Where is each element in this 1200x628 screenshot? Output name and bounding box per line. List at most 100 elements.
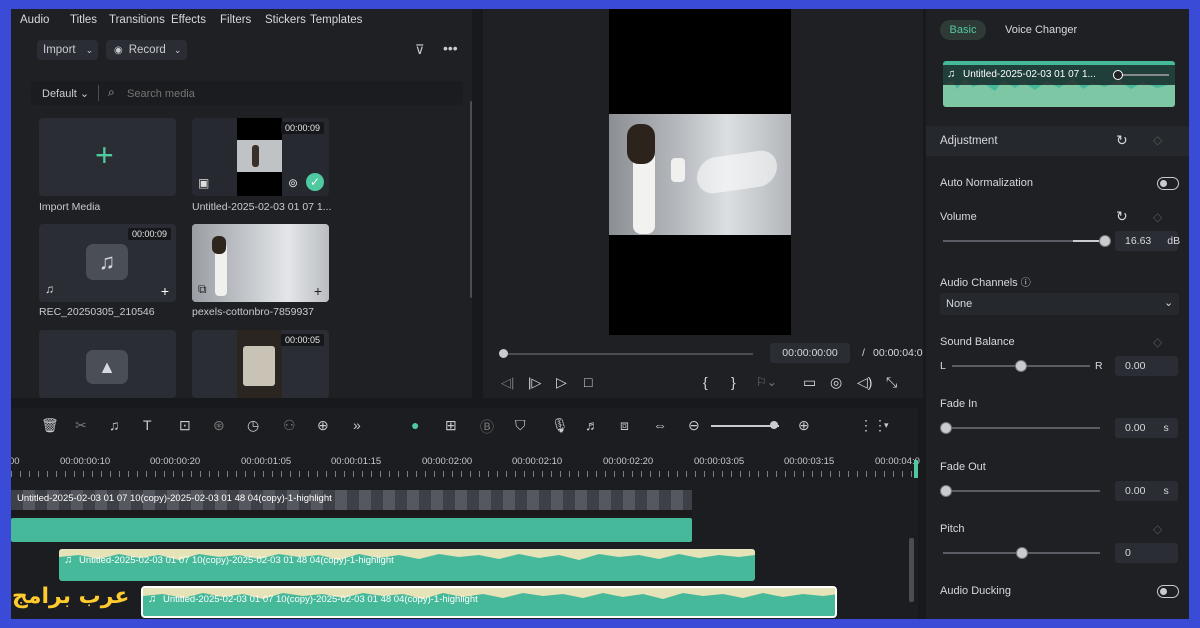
fade-in-knob[interactable]	[940, 422, 952, 434]
media-tile-image[interactable]: ⧉ +	[192, 224, 329, 302]
sound-balance-label: Sound Balance	[940, 336, 1015, 348]
balance-knob[interactable]	[1015, 360, 1027, 372]
fade-out-knob[interactable]	[940, 485, 952, 497]
play-icon[interactable]: ▷	[556, 374, 567, 391]
ai-icon[interactable]: ⊕	[317, 417, 329, 434]
shield-icon[interactable]: ⛉	[515, 417, 526, 434]
tab-filters[interactable]: Filters	[220, 14, 251, 26]
media-tile-video[interactable]: 00:00:09 ▣ ⊚ ✓	[192, 118, 329, 196]
fade-in-slider[interactable]	[943, 427, 1100, 429]
music-list-icon[interactable]: ♬	[585, 417, 599, 433]
fade-out-slider[interactable]	[943, 490, 1100, 492]
import-button[interactable]: Import ⌄	[37, 40, 98, 60]
video-clip-audio[interactable]	[11, 518, 692, 542]
zoom-knob[interactable]	[770, 421, 778, 429]
display-icon[interactable]: ▭	[803, 374, 816, 391]
snap-icon[interactable]: ●	[411, 417, 419, 433]
add-icon[interactable]: +	[158, 284, 172, 298]
play-reverse-icon[interactable]: |▷	[528, 375, 541, 391]
audio-clip-2[interactable]: ♫ Untitled-2025-02-03 01 07 10(copy)-202…	[141, 586, 837, 618]
auto-reframe-icon[interactable]: ⧈	[620, 417, 629, 434]
pitch-input[interactable]: 0	[1115, 543, 1178, 563]
time-separator: /	[862, 347, 865, 359]
import-media-tile[interactable]: +	[39, 118, 176, 196]
tab-transitions[interactable]: Transitions	[109, 14, 165, 26]
properties-panel: Basic Voice Changer ♫ Untitled-2025-02-0…	[926, 9, 1189, 619]
record-button[interactable]: ◉ Record ⌄	[106, 40, 187, 60]
tab-titles[interactable]: Titles	[70, 14, 97, 26]
fit-icon[interactable]: ⇔	[653, 417, 667, 433]
reset-icon[interactable]: ↻	[1116, 132, 1128, 149]
volume-input[interactable]: 16.63 dB	[1115, 231, 1180, 251]
chevron-down-icon[interactable]: ▾	[884, 420, 889, 431]
media-tile-video-2[interactable]: 00:00:05	[192, 330, 329, 398]
media-scrollbar[interactable]	[470, 101, 472, 298]
prev-frame-icon[interactable]: ◁|	[501, 375, 514, 391]
crop-icon[interactable]: ⊡	[179, 417, 191, 434]
fade-out-input[interactable]: 0.00 s	[1115, 481, 1178, 501]
add-icon[interactable]: +	[311, 284, 325, 298]
split-icon[interactable]: ✂	[75, 417, 87, 434]
keyframe-icon[interactable]: ◇	[1153, 522, 1162, 536]
mask-icon[interactable]: ⚇	[283, 417, 296, 434]
time-ruler[interactable]: 00 00:00:00:10 00:00:00:20 00:00:01:05 0…	[11, 452, 920, 478]
filter-icon[interactable]: ⊽	[415, 42, 425, 58]
mark-in-icon[interactable]: {	[703, 374, 708, 390]
volume-icon[interactable]: ◁)	[857, 374, 872, 391]
camera-icon[interactable]: ◎	[830, 374, 842, 391]
music-note-icon: ♫	[947, 68, 956, 80]
zoom-slider[interactable]	[711, 425, 779, 427]
microphone-icon[interactable]: 🎙	[551, 417, 569, 434]
keyframe-icon[interactable]: ◇	[1153, 133, 1162, 147]
delete-icon[interactable]: 🗑	[41, 417, 59, 434]
editor-window: Audio Titles Transitions Effects Filters…	[11, 9, 1189, 619]
keyframe-icon[interactable]: ◇	[1153, 210, 1162, 224]
current-time[interactable]: 00:00:00:00	[770, 343, 850, 363]
clip-volume-knob[interactable]	[1113, 70, 1123, 80]
tab-effects[interactable]: Effects	[171, 14, 206, 26]
fullscreen-icon[interactable]: ⤡	[886, 374, 897, 391]
sort-dropdown[interactable]: Default ⌄	[42, 87, 89, 100]
playhead-marker[interactable]	[914, 460, 918, 478]
video-clip-thumbnails[interactable]: Untitled-2025-02-03 01 07 10(copy)-2025-…	[11, 490, 692, 510]
layout-icon[interactable]: ⋮⋮	[859, 417, 887, 434]
tab-templates[interactable]: Templates	[310, 14, 362, 26]
tab-basic[interactable]: Basic	[940, 20, 986, 40]
plus-icon: +	[95, 137, 114, 173]
zoom-out-icon[interactable]: ⊖	[688, 417, 700, 434]
stop-icon[interactable]: □	[584, 374, 592, 390]
audio-edit-icon[interactable]: ♫	[109, 417, 120, 433]
pitch-knob[interactable]	[1016, 547, 1028, 559]
import-label: Import	[43, 44, 76, 56]
tab-voice-changer[interactable]: Voice Changer	[1005, 24, 1077, 36]
more-tools-icon[interactable]: »	[353, 417, 361, 433]
audio-ducking-toggle[interactable]	[1157, 585, 1179, 598]
speed-icon[interactable]: ◷	[247, 417, 259, 434]
playhead-knob[interactable]	[499, 349, 508, 358]
color-icon[interactable]: ⊛	[213, 417, 225, 434]
tab-audio[interactable]: Audio	[20, 14, 49, 26]
balance-input[interactable]: 0.00	[1115, 356, 1178, 376]
media-tile-placeholder[interactable]: ▲	[39, 330, 176, 398]
keyframe-icon[interactable]: ◇	[1153, 335, 1162, 349]
volume-knob[interactable]	[1099, 235, 1111, 247]
ai-audio-icon[interactable]: ⊞	[445, 417, 457, 434]
tab-stickers[interactable]: Stickers	[265, 14, 306, 26]
media-tile-audio[interactable]: ♫ 00:00:09 ♫ +	[39, 224, 176, 302]
auto-normalization-toggle[interactable]	[1157, 177, 1179, 190]
volume-label: Volume	[940, 211, 977, 223]
timeline-scrollbar[interactable]	[909, 538, 914, 602]
media-panel: Audio Titles Transitions Effects Filters…	[11, 9, 472, 398]
audio-channels-select[interactable]: None ⌄	[940, 293, 1179, 315]
marker-icon[interactable]: ⚐⌄	[756, 375, 777, 389]
playhead-track[interactable]	[503, 353, 753, 355]
mark-out-icon[interactable]: }	[731, 374, 736, 390]
fade-in-input[interactable]: 0.00 s	[1115, 418, 1178, 438]
more-icon[interactable]: •••	[443, 40, 458, 56]
search-input[interactable]	[125, 84, 449, 104]
reset-icon[interactable]: ↻	[1116, 208, 1128, 225]
beat-icon[interactable]: Ⓑ	[480, 417, 494, 437]
text-icon[interactable]: T	[143, 417, 152, 433]
audio-clip-1[interactable]: ♫ Untitled-2025-02-03 01 07 10(copy)-202…	[59, 549, 755, 581]
zoom-in-icon[interactable]: ⊕	[798, 417, 810, 434]
